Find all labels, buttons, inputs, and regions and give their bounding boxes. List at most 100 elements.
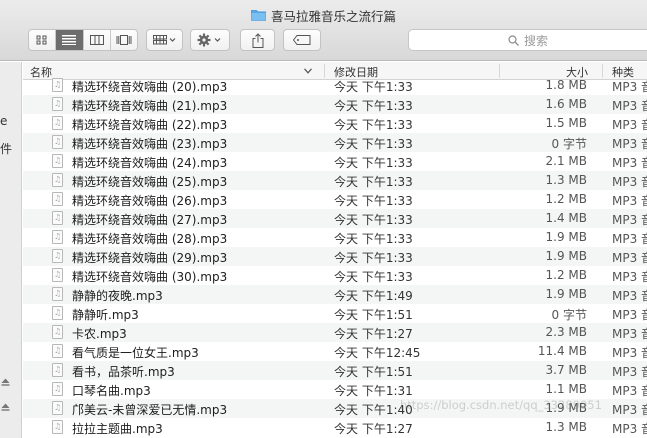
file-name: 邝美云-未曾深爱已无情.mp3 [72, 403, 228, 417]
file-kind: MP3 音 [612, 251, 647, 265]
file-row[interactable]: 精选环绕音效嗨曲 (29).mp3 今天 下午1:33 1.9 MB MP3 音 [23, 247, 647, 266]
file-row[interactable]: 拉拉主题曲.mp3 今天 下午1:27 1.3 MB MP3 音 [23, 418, 647, 437]
file-kind: MP3 音 [612, 118, 647, 132]
audio-file-icon [52, 154, 63, 168]
share-button[interactable] [240, 29, 275, 51]
file-size: 11.4 MB [537, 344, 587, 358]
file-kind: MP3 音 [612, 422, 647, 436]
file-row[interactable]: 静静的夜晚.mp3 今天 下午1:49 1.9 MB MP3 音 [23, 285, 647, 304]
audio-file-icon [52, 211, 63, 225]
audio-file-icon [52, 306, 63, 320]
audio-file-icon [52, 363, 63, 377]
gear-icon [197, 33, 221, 47]
audio-file-icon [52, 401, 63, 415]
file-size: 2.3 MB [545, 325, 587, 339]
file-name: 精选环绕音效嗨曲 (30).mp3 [72, 270, 228, 284]
file-size: 1.4 MB [545, 211, 587, 225]
file-date: 今天 下午1:31 [334, 384, 413, 398]
file-row[interactable]: 邝美云-未曾深爱已无情.mp3 今天 下午1:40 1.9 MB MP3 音 [23, 399, 647, 418]
audio-file-icon [52, 325, 63, 339]
window-title-text: 喜马拉雅音乐之流行篇 [270, 8, 396, 24]
file-name: 精选环绕音效嗨曲 (28).mp3 [72, 232, 228, 246]
eject-icon[interactable] [1, 403, 10, 411]
file-kind: MP3 音 [612, 346, 647, 360]
action-menu-button[interactable] [190, 29, 230, 51]
file-kind: MP3 音 [612, 99, 647, 113]
list-view-button[interactable] [56, 30, 84, 50]
file-name: 精选环绕音效嗨曲 (20).mp3 [72, 80, 228, 94]
file-row[interactable]: 看书，品茶听.mp3 今天 下午1:51 3.7 MB MP3 音 [23, 361, 647, 380]
file-row[interactable]: 精选环绕音效嗨曲 (26).mp3 今天 下午1:33 1.2 MB MP3 音 [23, 190, 647, 209]
audio-file-icon [52, 116, 63, 130]
audio-file-icon [52, 230, 63, 244]
view-mode-segmented-control[interactable] [28, 29, 138, 51]
audio-file-icon [52, 97, 63, 111]
file-row[interactable]: 精选环绕音效嗨曲 (28).mp3 今天 下午1:33 1.9 MB MP3 音 [23, 228, 647, 247]
file-name: 静静的夜晚.mp3 [72, 289, 163, 303]
file-date: 今天 下午12:45 [334, 346, 421, 360]
file-date: 今天 下午1:33 [334, 99, 413, 113]
file-row[interactable]: 精选环绕音效嗨曲 (30).mp3 今天 下午1:33 1.2 MB MP3 音 [23, 266, 647, 285]
file-size: 0 字节 [551, 137, 587, 151]
file-date: 今天 下午1:33 [334, 270, 413, 284]
eject-icon[interactable] [1, 378, 10, 386]
file-list[interactable]: 精选环绕音效嗨曲 (20).mp3 今天 下午1:33 1.8 MB MP3 音 精选… [23, 76, 647, 438]
file-name: 精选环绕音效嗨曲 (22).mp3 [72, 118, 228, 132]
file-date: 今天 下午1:33 [334, 137, 413, 151]
file-size: 1.9 MB [545, 249, 587, 263]
file-date: 今天 下午1:49 [334, 289, 413, 303]
file-name: 拉拉主题曲.mp3 [72, 422, 163, 436]
search-input[interactable]: 搜索 [408, 29, 647, 51]
icon-view-button[interactable] [29, 30, 57, 50]
file-kind: MP3 音 [612, 308, 647, 322]
audio-file-icon [52, 382, 63, 396]
file-size: 1.8 MB [545, 78, 587, 92]
file-name: 精选环绕音效嗨曲 (27).mp3 [72, 213, 228, 227]
audio-file-icon [52, 268, 63, 282]
sidebar: e 件 [0, 62, 22, 438]
file-row[interactable]: 精选环绕音效嗨曲 (20).mp3 今天 下午1:33 1.8 MB MP3 音 [23, 76, 647, 95]
file-kind: MP3 音 [612, 156, 647, 170]
audio-file-icon [52, 420, 63, 434]
cover-flow-icon [116, 35, 132, 45]
file-row[interactable]: 卡农.mp3 今天 下午1:27 2.3 MB MP3 音 [23, 323, 647, 342]
search-icon [508, 34, 519, 46]
file-kind: MP3 音 [612, 80, 647, 94]
file-row[interactable]: 口琴名曲.mp3 今天 下午1:31 1.1 MB MP3 音 [23, 380, 647, 399]
file-row[interactable]: 精选环绕音效嗨曲 (23).mp3 今天 下午1:33 0 字节 MP3 音 [23, 133, 647, 152]
file-name: 卡农.mp3 [72, 327, 127, 341]
file-kind: MP3 音 [612, 403, 647, 417]
file-kind: MP3 音 [612, 175, 647, 189]
file-size: 3.7 MB [545, 363, 587, 377]
file-row[interactable]: 精选环绕音效嗨曲 (22).mp3 今天 下午1:33 1.5 MB MP3 音 [23, 114, 647, 133]
file-row[interactable]: 精选环绕音效嗨曲 (25).mp3 今天 下午1:33 1.3 MB MP3 音 [23, 171, 647, 190]
file-size: 1.5 MB [545, 116, 587, 130]
sidebar-item-label[interactable]: 件 [0, 140, 12, 157]
file-row[interactable]: 精选环绕音效嗨曲 (27).mp3 今天 下午1:33 1.4 MB MP3 音 [23, 209, 647, 228]
file-name: 精选环绕音效嗨曲 (26).mp3 [72, 194, 228, 208]
file-kind: MP3 音 [612, 384, 647, 398]
window-title: 喜马拉雅音乐之流行篇 [0, 7, 647, 24]
edit-tags-button[interactable] [283, 29, 321, 51]
column-view-button[interactable] [84, 30, 111, 50]
file-row[interactable]: 精选环绕音效嗨曲 (24).mp3 今天 下午1:33 2.1 MB MP3 音 [23, 152, 647, 171]
file-kind: MP3 音 [612, 327, 647, 341]
file-size: 1.9 MB [545, 401, 587, 415]
file-row[interactable]: 精选环绕音效嗨曲 (21).mp3 今天 下午1:33 1.6 MB MP3 音 [23, 95, 647, 114]
cover-flow-view-button[interactable] [111, 30, 137, 50]
file-row[interactable]: 看气质是一位女王.mp3 今天 下午12:45 11.4 MB MP3 音 [23, 342, 647, 361]
file-size: 1.2 MB [545, 268, 587, 282]
sort-chevron-icon[interactable] [304, 68, 312, 74]
sidebar-item-label[interactable]: e [0, 114, 7, 128]
audio-file-icon [52, 287, 63, 301]
group-by-button[interactable] [146, 29, 183, 51]
grid-icon [36, 35, 47, 45]
file-date: 今天 下午1:51 [334, 308, 413, 322]
file-name: 精选环绕音效嗨曲 (23).mp3 [72, 137, 228, 151]
list-icon [62, 35, 77, 45]
file-kind: MP3 音 [612, 270, 647, 284]
file-date: 今天 下午1:51 [334, 365, 413, 379]
file-date: 今天 下午1:40 [334, 403, 413, 417]
file-name: 精选环绕音效嗨曲 (21).mp3 [72, 99, 228, 113]
file-row[interactable]: 静静听.mp3 今天 下午1:51 0 字节 MP3 音 [23, 304, 647, 323]
